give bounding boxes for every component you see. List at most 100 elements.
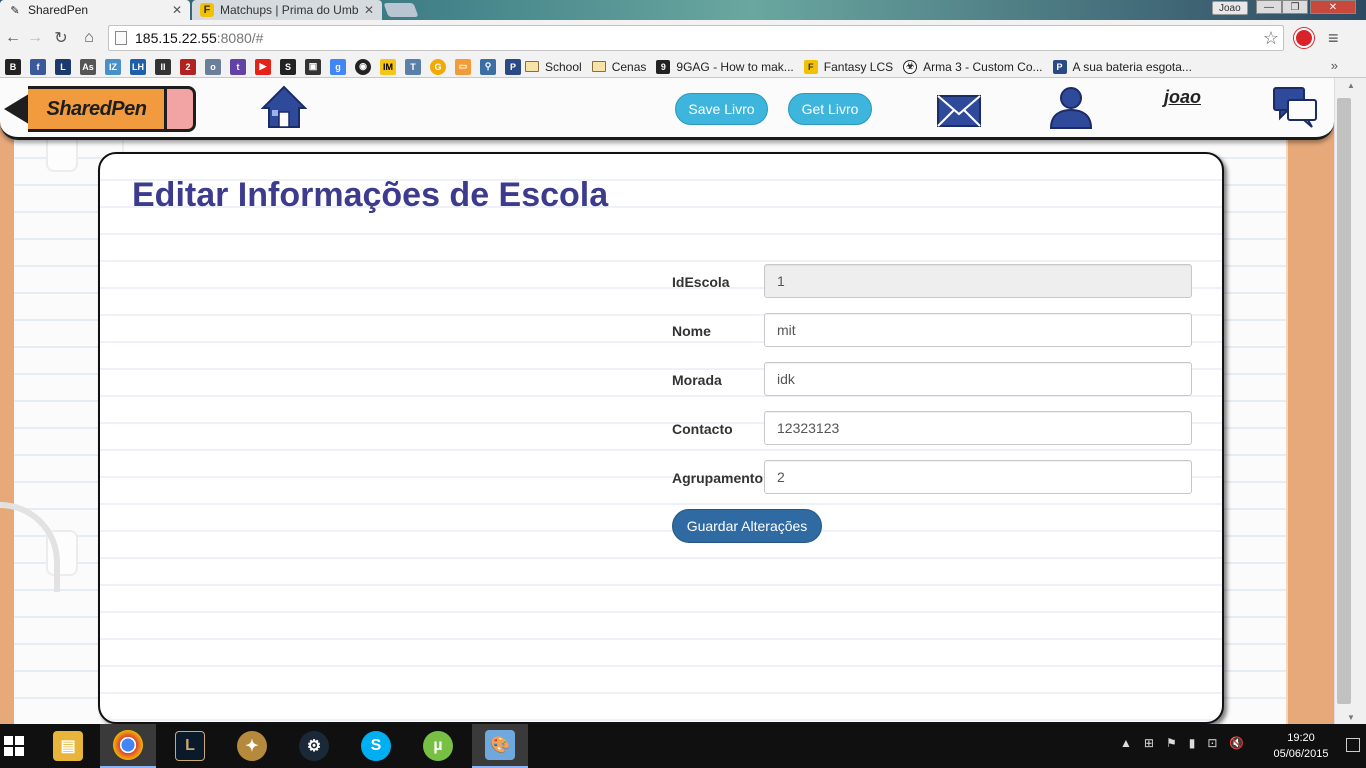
- binder-ring: [0, 502, 60, 592]
- page-viewport: SharedPen Save Livro Get Livro joao Edit…: [0, 78, 1334, 724]
- username-link[interactable]: joao: [1164, 87, 1201, 108]
- notebook-edge-right: [1286, 78, 1334, 724]
- minimize-button[interactable]: —: [1256, 0, 1282, 14]
- file-explorer-icon[interactable]: ▤: [40, 724, 96, 768]
- system-tray: ▲ ⊞ ⚑ ▮ ⊡ 🔇: [1120, 736, 1244, 750]
- bookmark-9gag[interactable]: 9 9GAG - How to mak...: [656, 59, 794, 74]
- home-browser-icon[interactable]: ⌂: [76, 25, 102, 51]
- mail-icon[interactable]: [936, 92, 982, 130]
- restore-button[interactable]: ❐: [1282, 0, 1308, 14]
- bookmark-icon[interactable]: IZ: [105, 58, 121, 75]
- morada-input[interactable]: [764, 362, 1192, 396]
- browser-toolbar: ← → ↻ ⌂ 185.15.22.55:8080/# ☆: [0, 20, 1366, 56]
- bookmark-arma3[interactable]: ☣ Arma 3 - Custom Co...: [903, 59, 1043, 74]
- bookmarks-bar: B f L As IZ LH II 2 o t ▶ S ▣ g ◉ IM T G…: [0, 56, 1366, 78]
- guardar-alteracoes-button[interactable]: Guardar Alterações: [672, 509, 822, 543]
- chrome-icon[interactable]: [100, 724, 156, 768]
- save-livro-button[interactable]: Save Livro: [675, 93, 768, 125]
- get-livro-button[interactable]: Get Livro: [788, 93, 872, 125]
- new-tab-button[interactable]: [383, 3, 419, 17]
- flag-icon[interactable]: ⚑: [1166, 736, 1177, 750]
- utorrent-icon[interactable]: µ: [410, 724, 466, 768]
- adblock-extension-icon[interactable]: [1294, 28, 1314, 48]
- page-scrollbar[interactable]: ▲ ▼: [1334, 78, 1366, 724]
- user-profile-icon[interactable]: [1048, 84, 1094, 132]
- idescola-input: [764, 264, 1192, 298]
- tab-title: Matchups | Prima do Umb: [220, 3, 359, 17]
- bookmark-icon[interactable]: 2: [180, 58, 196, 75]
- skype-icon[interactable]: S: [348, 724, 404, 768]
- tab-matchups[interactable]: F Matchups | Prima do Umb ✕: [192, 0, 382, 20]
- google-icon[interactable]: g: [330, 58, 346, 75]
- menu-icon[interactable]: ≡: [1328, 28, 1339, 49]
- volume-muted-icon[interactable]: 🔇: [1229, 736, 1244, 750]
- bookmark-bateria[interactable]: PA sua bateria esgota...: [1052, 59, 1192, 74]
- windows-start-icon[interactable]: [0, 732, 28, 760]
- folder-icon: [525, 61, 539, 72]
- network-icon[interactable]: ⊡: [1207, 736, 1217, 750]
- bookmark-icon[interactable]: o: [205, 58, 221, 75]
- app-header: SharedPen Save Livro Get Livro joao: [0, 78, 1334, 140]
- facebook-icon[interactable]: f: [30, 58, 46, 75]
- youtube-icon[interactable]: ▶: [255, 58, 271, 75]
- chat-icon[interactable]: [1272, 84, 1320, 130]
- clock-time: 19:20: [1287, 732, 1315, 744]
- sharedpen-logo[interactable]: SharedPen: [4, 86, 196, 132]
- imdb-icon[interactable]: IM: [380, 58, 396, 75]
- scrollbar-thumb[interactable]: [1337, 98, 1351, 704]
- taskbar-clock[interactable]: 19:20 05/06/2015: [1266, 730, 1336, 762]
- bookmark-star-icon[interactable]: ☆: [1263, 28, 1279, 49]
- address-bar[interactable]: 185.15.22.55:8080/# ☆: [108, 25, 1284, 51]
- close-tab-icon[interactable]: ✕: [172, 3, 182, 17]
- bookmark-icon[interactable]: As: [80, 58, 96, 75]
- bookmark-icon[interactable]: T: [405, 58, 421, 75]
- bookmark-icon[interactable]: ⚲: [480, 58, 496, 75]
- windows-taskbar: ▤ L ✦ ⚙ S µ 🎨 ▲ ⊞ ⚑ ▮ ⊡ 🔇 19:20 05/06/20…: [0, 724, 1366, 768]
- browser-tabstrip: ✎ SharedPen ✕ F Matchups | Prima do Umb …: [0, 0, 1366, 20]
- bookmark-icon[interactable]: ▭: [455, 58, 471, 75]
- bookmark-icon[interactable]: G: [430, 58, 446, 75]
- steam-icon[interactable]: ⚙: [286, 724, 342, 768]
- hearthstone-icon[interactable]: ✦: [224, 724, 280, 768]
- nome-input[interactable]: [764, 313, 1192, 347]
- notebook-edge-left: [0, 78, 14, 724]
- nome-label: Nome: [672, 323, 711, 339]
- reload-icon[interactable]: ↻: [48, 25, 74, 51]
- windows-icon[interactable]: ⊞: [1144, 736, 1154, 750]
- edit-school-card: Editar Informações de Escola IdEscola No…: [98, 152, 1224, 724]
- bookmark-icon[interactable]: LH: [130, 58, 146, 75]
- tray-expand-icon[interactable]: ▲: [1120, 736, 1132, 750]
- bookmark-fantasy-lcs[interactable]: F Fantasy LCS: [803, 59, 893, 74]
- league-of-legends-icon[interactable]: L: [162, 724, 218, 768]
- bookmark-icon[interactable]: ▣: [305, 58, 321, 75]
- home-icon[interactable]: [260, 84, 308, 130]
- battery-icon[interactable]: ▮: [1189, 736, 1196, 750]
- bookmark-icon[interactable]: II: [155, 58, 171, 75]
- agrupamento-input[interactable]: [764, 460, 1192, 494]
- logo-text: SharedPen: [46, 97, 147, 120]
- url-text: 185.15.22.55:8080/#: [135, 30, 264, 46]
- twitch-icon[interactable]: t: [230, 58, 246, 75]
- bookmark-icon[interactable]: S: [280, 58, 296, 75]
- scroll-up-arrow-icon[interactable]: ▲: [1335, 78, 1366, 92]
- more-bookmarks-button[interactable]: »: [1331, 58, 1338, 73]
- profile-button[interactable]: Joao: [1212, 1, 1248, 15]
- bookmark-folder-cenas[interactable]: Cenas: [591, 60, 646, 74]
- bookmark-icon[interactable]: B: [5, 58, 21, 75]
- page-title: Editar Informações de Escola: [132, 176, 609, 214]
- bookmark-icon: P: [1052, 59, 1067, 74]
- agrupamento-label: Agrupamento: [672, 470, 763, 486]
- bookmark-icon[interactable]: ◉: [355, 58, 371, 75]
- scroll-down-arrow-icon[interactable]: ▼: [1335, 710, 1366, 724]
- bookmark-icon[interactable]: P: [505, 58, 521, 75]
- close-tab-icon[interactable]: ✕: [364, 3, 374, 17]
- bookmark-folder-school[interactable]: School: [525, 60, 582, 74]
- contacto-input[interactable]: [764, 411, 1192, 445]
- tab-sharedpen[interactable]: ✎ SharedPen ✕: [0, 0, 190, 20]
- forward-arrow-icon[interactable]: →: [22, 25, 48, 51]
- page-icon: [115, 31, 127, 45]
- league-icon[interactable]: L: [55, 58, 71, 75]
- paint-icon[interactable]: 🎨: [472, 724, 528, 768]
- window-close-button[interactable]: ✕: [1310, 0, 1356, 14]
- show-desktop-button[interactable]: [1346, 738, 1360, 752]
